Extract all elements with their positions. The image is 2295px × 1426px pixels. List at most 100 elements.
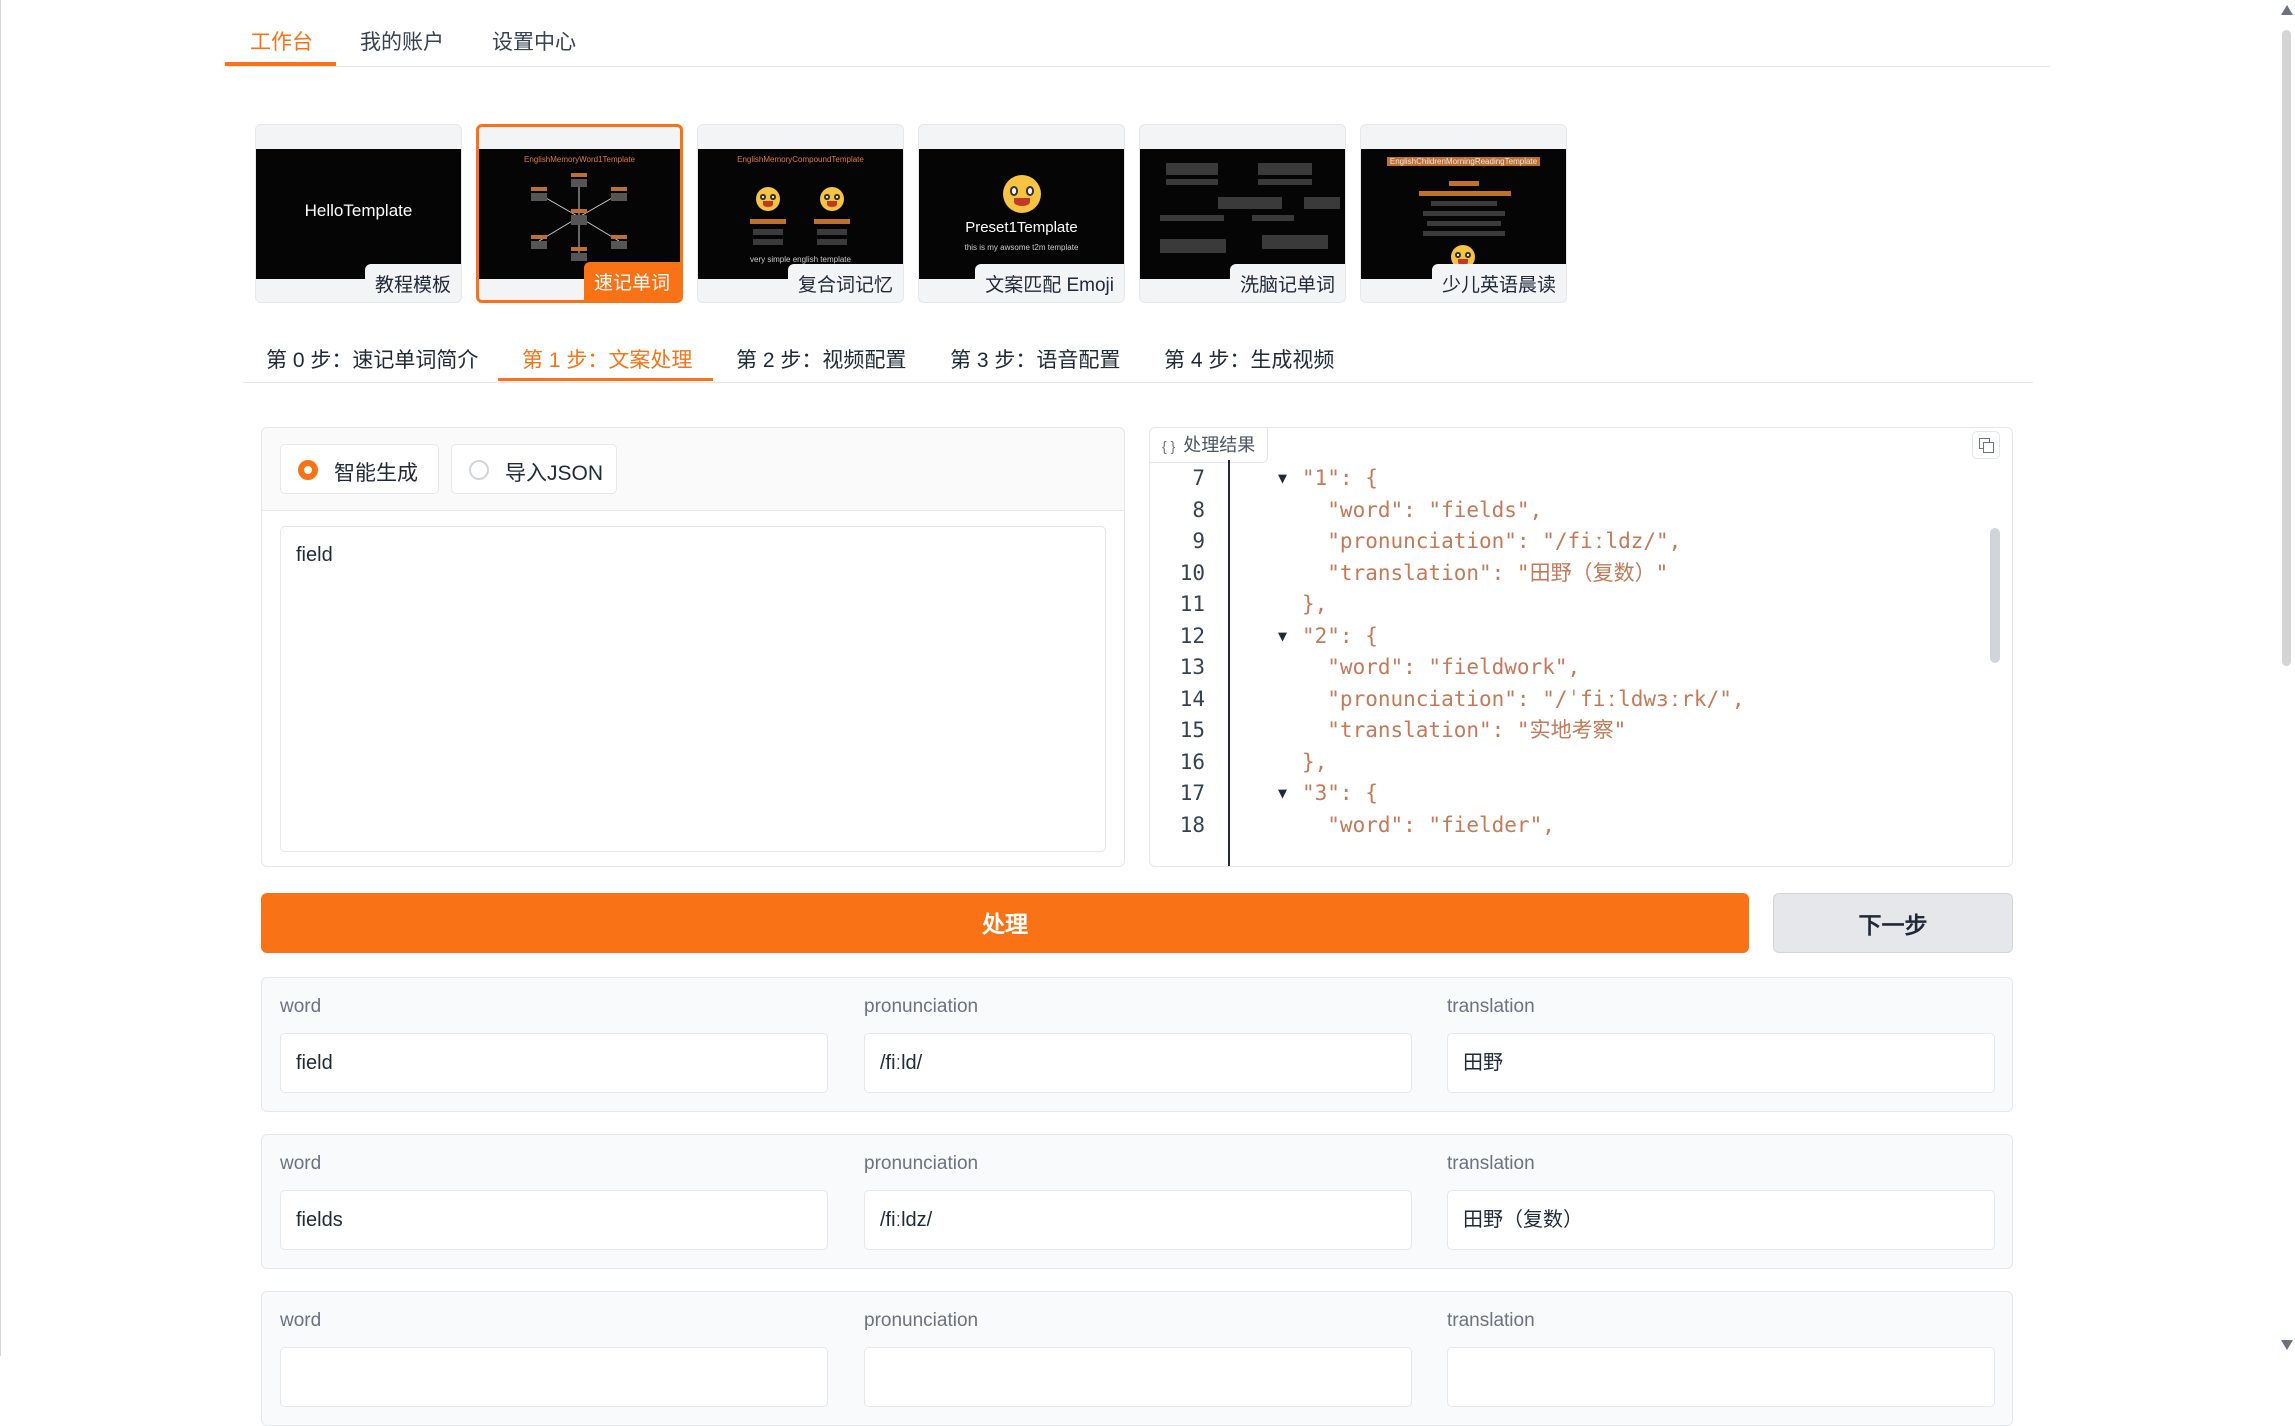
code-text: }, — [1302, 592, 1328, 616]
word-input[interactable]: fields — [280, 1190, 828, 1250]
step-tab-1[interactable]: 第 1 步：文案处理 — [522, 344, 692, 374]
thumbnail-caption: very simple english template — [750, 255, 851, 264]
translation-input[interactable]: 田野 — [1447, 1033, 1995, 1093]
thumbnail-title: EnglishMemoryCompoundTemplate — [737, 155, 864, 164]
fold-toggle-icon[interactable]: ▼ — [1278, 620, 1287, 652]
window-edge — [0, 0, 1, 1356]
scrollbar-thumb[interactable] — [2282, 30, 2291, 666]
line-number: 18 — [1179, 812, 1205, 837]
step-tabs: 第 0 步：速记单词简介 第 1 步：文案处理 第 2 步：视频配置 第 3 步… — [243, 330, 2033, 383]
pronunciation-label: pronunciation — [864, 1153, 979, 1174]
emoji-face-icon — [1003, 175, 1041, 213]
template-thumbnail: EnglishMemoryCompoundTemplate very simpl… — [698, 149, 903, 279]
line-number: 15 — [1179, 718, 1205, 742]
thumbnail-title: EnglishChildrenMorningReadingTemplate — [1361, 157, 1566, 166]
code-scrollbar[interactable] — [1990, 528, 2000, 663]
pronunciation-input[interactable]: /fiːldz/ — [864, 1190, 1412, 1250]
scroll-up-icon[interactable] — [2281, 5, 2293, 15]
line-number: 13 — [1179, 655, 1205, 679]
template-thumbnail: Preset1Template this is my awsome t2m te… — [919, 149, 1124, 279]
code-editor[interactable]: 7 ▼ "1": {8 "word": "fields", 9 "pronunciat… — [1150, 428, 2012, 866]
code-line: 13 "word": "fieldwork", — [1150, 651, 2012, 683]
template-card-compound-words[interactable]: EnglishMemoryCompoundTemplate very simpl… — [697, 124, 904, 303]
code-text: "2": { — [1302, 623, 1378, 648]
code-line: 16}, — [1150, 746, 2012, 778]
code-text: }, — [1302, 749, 1328, 774]
template-label: 教程模板 — [364, 264, 461, 302]
code-text: "word": "fieldwork", — [1302, 655, 1581, 679]
code-line: 8 "word": "fields", — [1150, 494, 2012, 526]
pronunciation-input[interactable] — [864, 1347, 1412, 1407]
code-line: 9 "pronunciation": "/fiːldz/", — [1150, 525, 2012, 557]
thumbnail-caption: this is my awsome t2m template — [964, 243, 1079, 252]
translation-label: translation — [1447, 1310, 1535, 1331]
radio-import-json[interactable]: 导入JSON — [451, 444, 617, 494]
pronunciation-label: pronunciation — [864, 996, 979, 1017]
radio-checked-icon — [298, 460, 318, 480]
next-step-button[interactable]: 下一步 — [1773, 893, 2013, 953]
emoji-face-icon — [820, 187, 844, 211]
code-line: 7 ▼ "1": { — [1150, 462, 2012, 494]
tab-workbench[interactable]: 工作台 — [250, 26, 313, 56]
translation-label: translation — [1447, 1153, 1535, 1174]
code-line: 18 "word": "fielder", — [1150, 809, 2012, 841]
line-number: 8 — [1192, 497, 1205, 522]
scroll-down-icon[interactable] — [2281, 1340, 2293, 1350]
pronunciation-input[interactable]: /fiːld/ — [864, 1033, 1412, 1093]
template-card-word-memory[interactable]: EnglishMemoryWord1Template 速记单词 — [476, 124, 683, 303]
active-tab-indicator — [225, 62, 336, 66]
thumbnail-title: Preset1Template — [965, 219, 1078, 236]
mind-map-graphic — [531, 173, 627, 261]
active-step-indicator — [498, 378, 713, 381]
fold-toggle-icon[interactable]: ▼ — [1278, 462, 1287, 494]
word-entry-row: word pronunciation translation field /fi… — [261, 977, 2013, 1112]
page-scrollbar[interactable] — [2277, 0, 2295, 1356]
line-number: 11 — [1179, 592, 1205, 616]
template-card-emoji-match[interactable]: Preset1Template this is my awsome t2m te… — [918, 124, 1125, 303]
template-card-brainwash-words[interactable]: 洗脑记单词 — [1139, 124, 1346, 303]
code-line: 17 ▼ "3": { — [1150, 777, 2012, 809]
template-thumbnail — [1140, 149, 1345, 279]
word-input[interactable]: field — [280, 1033, 828, 1093]
translation-input[interactable]: 田野（复数） — [1447, 1190, 1995, 1250]
code-text: "translation": "田野（复数）" — [1302, 560, 1669, 585]
template-label: 洗脑记单词 — [1229, 264, 1345, 302]
step-tab-3[interactable]: 第 3 步：语音配置 — [950, 344, 1120, 374]
code-text: "pronunciation": "/fiːldz/", — [1302, 529, 1682, 553]
code-text: "3": { — [1302, 781, 1378, 805]
result-code-panel: { } 处理结果 7 ▼ "1": {8 "word": "fields", 9 "pr… — [1149, 427, 2013, 867]
word-input[interactable] — [280, 1347, 828, 1407]
code-text: "word": "fields", — [1302, 497, 1543, 522]
code-text: "translation": "实地考察" — [1302, 718, 1627, 742]
template-label: 速记单词 — [583, 262, 680, 300]
template-card-kids-morning-reading[interactable]: EnglishChildrenMorningReadingTemplate 少儿… — [1360, 124, 1567, 303]
word-label: word — [280, 996, 322, 1017]
code-text: "word": "fielder", — [1302, 812, 1555, 837]
tab-my-account[interactable]: 我的账户 — [360, 26, 444, 56]
line-number: 17 — [1179, 781, 1205, 805]
process-button[interactable]: 处理 — [261, 893, 1749, 953]
code-text: "pronunciation": "/ˈfiːldwɜːrk/", — [1302, 686, 1745, 711]
translation-input[interactable] — [1447, 1347, 1995, 1407]
code-text: "1": { — [1302, 466, 1378, 490]
emoji-face-icon — [756, 187, 780, 211]
word-entry-row: word pronunciation translation fields /f… — [261, 1134, 2013, 1269]
fold-toggle-icon[interactable]: ▼ — [1278, 777, 1287, 809]
line-number: 16 — [1179, 749, 1205, 774]
radio-smart-generate[interactable]: 智能生成 — [280, 444, 439, 494]
word-entry-row: word pronunciation translation — [261, 1291, 2013, 1426]
pronunciation-label: pronunciation — [864, 1310, 979, 1331]
template-label: 少儿英语晨读 — [1431, 264, 1566, 302]
template-card-tutorial[interactable]: HelloTemplate 教程模板 — [255, 124, 462, 303]
top-tab-bar: 工作台 我的账户 设置中心 — [225, 0, 2050, 67]
step-tab-2[interactable]: 第 2 步：视频配置 — [736, 344, 906, 374]
word-input-textarea[interactable]: field — [280, 526, 1106, 852]
code-line: 12 ▼ "2": { — [1150, 620, 2012, 652]
input-panel: 智能生成 导入JSON field — [261, 427, 1125, 867]
step-tab-0[interactable]: 第 0 步：速记单词简介 — [266, 344, 478, 374]
step-tab-4[interactable]: 第 4 步：生成视频 — [1164, 344, 1334, 374]
input-mode-group: 智能生成 导入JSON — [262, 428, 1124, 511]
code-line: 14 "pronunciation": "/ˈfiːldwɜːrk/", — [1150, 683, 2012, 715]
tab-settings[interactable]: 设置中心 — [492, 26, 576, 56]
radio-unchecked-icon — [469, 460, 489, 480]
